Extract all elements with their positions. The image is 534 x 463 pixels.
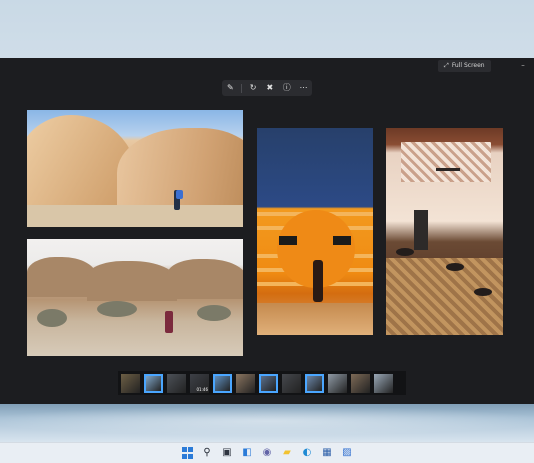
- filmstrip-thumbnail[interactable]: 01:46: [190, 373, 209, 393]
- hill: [167, 259, 243, 299]
- shrub: [37, 309, 67, 327]
- toolbar-divider: [241, 83, 243, 93]
- teams-chat-icon[interactable]: ◉: [260, 446, 274, 460]
- thumbnail-image: [121, 373, 140, 393]
- doorway: [414, 210, 428, 250]
- filmstrip-thumbnail[interactable]: [328, 373, 347, 393]
- filmstrip-thumbnail[interactable]: [236, 373, 255, 393]
- title-bar: ⤢ Full Screen –: [0, 58, 534, 72]
- file-explorer-icon[interactable]: ▰: [280, 446, 294, 460]
- thumbnail-image: [167, 373, 186, 393]
- filmstrip-thumbnail[interactable]: [374, 373, 393, 393]
- filmstrip-thumbnail[interactable]: [144, 373, 163, 393]
- widgets-icon[interactable]: ◧: [240, 446, 254, 460]
- photo-desert-hills-person[interactable]: [27, 239, 243, 356]
- rotate-icon[interactable]: ↻: [247, 82, 259, 94]
- filmstrip: 01:46: [118, 371, 406, 395]
- thumbnail-image: [307, 375, 322, 391]
- thumbnail-duration: 01:46: [196, 386, 208, 392]
- hill: [87, 261, 177, 301]
- filmstrip-thumbnail[interactable]: [282, 373, 301, 393]
- thumbnail-image: [215, 375, 230, 391]
- thumbnail-image: [282, 373, 301, 393]
- info-icon[interactable]: ⓘ: [281, 82, 293, 94]
- photo-restaurant-interior[interactable]: [386, 128, 503, 335]
- shrub: [97, 301, 137, 317]
- filmstrip-thumbnail[interactable]: [305, 373, 324, 393]
- search-icon[interactable]: ⚲: [200, 446, 214, 460]
- wall-window: [333, 236, 351, 245]
- task-view-icon[interactable]: ▣: [220, 446, 234, 460]
- table: [446, 263, 464, 271]
- full-screen-label: Full Screen: [451, 62, 485, 69]
- thumbnail-image: [351, 373, 370, 393]
- patterned-ceiling: [401, 142, 491, 182]
- minimize-icon[interactable]: –: [519, 61, 527, 69]
- expand-icon: ⤢: [444, 62, 449, 69]
- start-icon[interactable]: [180, 446, 194, 460]
- photo-orange-wall-silhouette[interactable]: [257, 128, 373, 335]
- backpack: [176, 190, 183, 199]
- thumbnail-image: [236, 373, 255, 393]
- person-figure: [165, 311, 173, 333]
- filmstrip-thumbnail[interactable]: [121, 373, 140, 393]
- filmstrip-thumbnail[interactable]: [259, 373, 278, 393]
- edge-icon[interactable]: ◐: [300, 446, 314, 460]
- ground: [257, 303, 373, 335]
- filmstrip-thumbnail[interactable]: [351, 373, 370, 393]
- table: [396, 248, 414, 256]
- full-screen-button[interactable]: ⤢ Full Screen: [438, 60, 491, 72]
- thumbnail-image: [328, 373, 347, 393]
- thumbnail-image: [374, 373, 393, 393]
- photo-toolbar: ✎ ↻ ✖ ⓘ ⋯: [222, 80, 312, 96]
- filmstrip-thumbnail[interactable]: [213, 373, 232, 393]
- taskbar: ⚲ ▣ ◧ ◉ ▰ ◐ ▦ ▨: [0, 442, 534, 463]
- thumbnail-image: [146, 375, 161, 391]
- desktop-wallpaper: [0, 398, 534, 442]
- store-icon[interactable]: ▦: [320, 446, 334, 460]
- patterned-floor: [386, 258, 503, 335]
- ceiling-fan: [436, 168, 460, 171]
- wall-window: [279, 236, 297, 245]
- photo-desert-boulders-hiker[interactable]: [27, 110, 243, 227]
- photos-app-window: ⤢ Full Screen – ✎ ↻ ✖ ⓘ ⋯ 01:46: [0, 58, 534, 404]
- more-icon[interactable]: ⋯: [298, 82, 310, 94]
- photos-icon[interactable]: ▨: [340, 446, 354, 460]
- edit-icon[interactable]: ✎: [224, 82, 236, 94]
- delete-icon[interactable]: ✖: [264, 82, 276, 94]
- filmstrip-thumbnail[interactable]: [167, 373, 186, 393]
- shrub: [197, 305, 231, 321]
- thumbnail-image: [261, 375, 276, 391]
- person-figure: [313, 260, 323, 302]
- ground: [27, 205, 243, 227]
- table: [474, 288, 492, 296]
